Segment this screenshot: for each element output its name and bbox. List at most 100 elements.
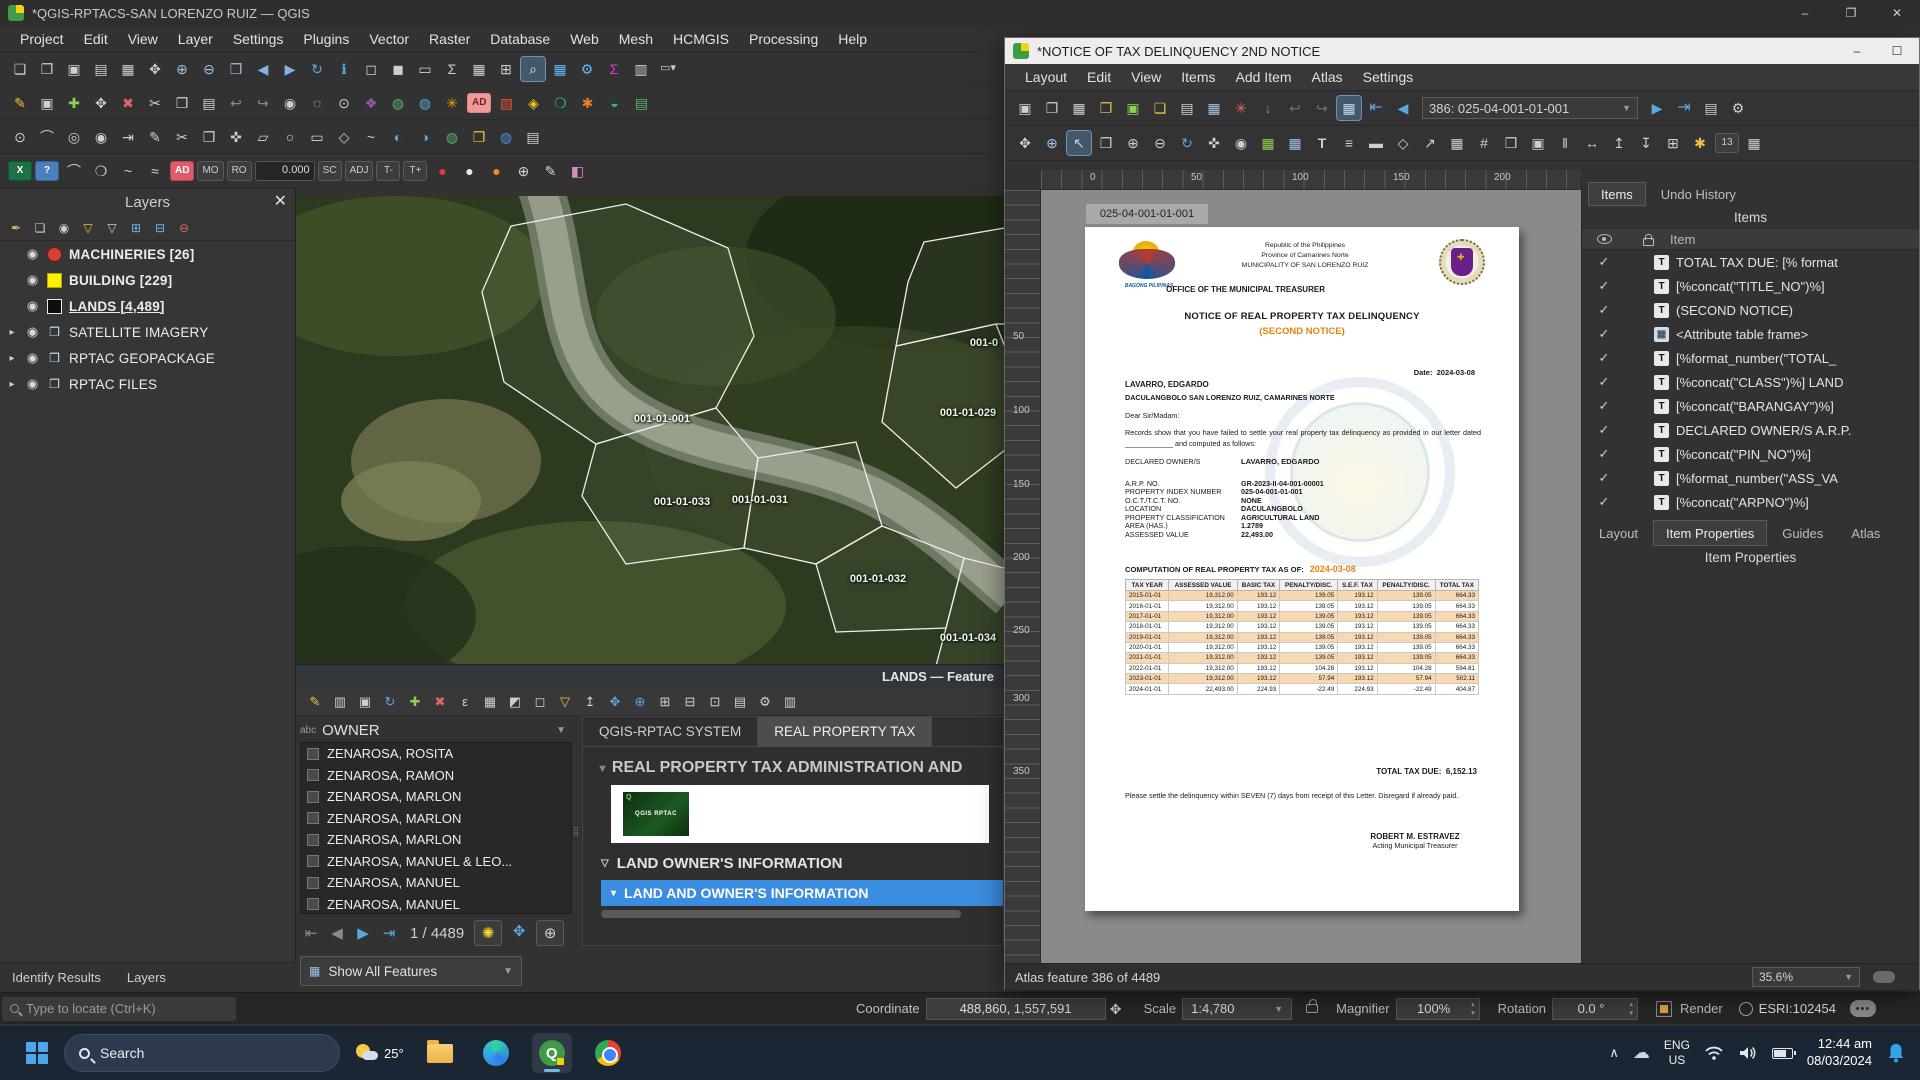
menu-item[interactable]: Web [560,28,609,50]
edge-button[interactable] [476,1033,516,1073]
onedrive-icon[interactable]: ☁ [1633,1043,1650,1063]
palette-icon[interactable]: ◧ [565,159,589,183]
add-feature-icon[interactable]: ✚ [62,91,86,115]
atlas-prev-icon[interactable]: ◀ [1391,96,1415,120]
visibility-check-icon[interactable]: ✓ [1582,254,1626,270]
new-field-icon[interactable]: ⊞ [654,691,676,713]
node-circle-icon[interactable]: ❍ [89,159,113,183]
actions-icon[interactable]: ⚙ [754,691,776,713]
table-row[interactable]: ✓ T [%format_number("TOTAL_ [1582,346,1919,370]
crosshair-icon[interactable]: ⊕ [511,159,535,183]
edit-pencil-icon[interactable]: ✎ [8,91,32,115]
visibility-eye-icon[interactable]: ◉ [25,247,40,262]
visibility-check-icon[interactable]: ✓ [1582,374,1626,390]
cut-icon[interactable]: ✂ [143,91,167,115]
label-move-icon[interactable]: ◐ [386,125,410,149]
list-item[interactable]: ZENAROSA, ROSITA [301,743,571,765]
add-arrow-icon[interactable]: ↗ [1418,131,1442,155]
atlas-first-icon[interactable]: ⇤ [1364,96,1388,120]
zoom-next-icon[interactable]: ▶ [278,57,302,81]
list-item[interactable]: ZENAROSA, MANUEL & LEO... [301,851,571,873]
zoom-level-combobox[interactable]: 35.6%▼ [1752,967,1860,987]
invert-selection-icon[interactable]: ◩ [504,691,526,713]
multiedit-icon[interactable]: ▥ [329,691,351,713]
next-feature-icon[interactable]: ▶ [352,922,374,944]
layer-row[interactable]: ◉ BUILDING [229] [0,267,295,293]
vector-plugin-icon[interactable]: ◈ [521,91,545,115]
expand-arrow-icon[interactable]: ▸ [6,327,18,338]
zoom-in-icon[interactable]: ⊕ [170,57,194,81]
checkbox[interactable] [307,877,319,889]
close-icon[interactable]: ✕ [274,191,287,211]
checkbox[interactable] [307,812,319,824]
select-item-icon[interactable]: ↖ [1067,131,1091,155]
statistics-icon[interactable]: Σ [440,57,464,81]
menu-item[interactable]: Project [10,28,74,50]
star-plugin-icon[interactable]: ✳ [440,91,464,115]
menu-item[interactable]: Items [1171,66,1225,88]
layer-row[interactable]: ◉ MACHINERIES [26] [0,241,295,267]
add-scalebar-icon[interactable]: ▬ [1364,131,1388,155]
ruler-menu-icon[interactable]: ▭▾ [656,57,680,81]
show-all-features-button[interactable]: ▦ Show All Features ▼ [300,956,522,986]
list-item[interactable]: ZENAROSA, MARLON [301,808,571,830]
file-explorer-button[interactable] [420,1033,460,1073]
menu-item[interactable]: Processing [739,28,828,50]
mo-button[interactable]: MO [197,161,223,181]
table-row[interactable]: ✓ T [%concat("TITLE_NO")%] [1582,274,1919,298]
zoom-full-icon[interactable]: ❒ [1094,131,1118,155]
label-pin-icon[interactable]: ◑ [413,125,437,149]
refresh-map-icon[interactable]: ↻ [305,57,329,81]
menu-item[interactable]: Atlas [1302,66,1353,88]
visibility-check-icon[interactable]: ✓ [1582,278,1626,294]
deselect-icon[interactable]: ◼ [386,57,410,81]
start-button[interactable] [26,1042,48,1064]
scale-value-input[interactable]: 0.000 [255,161,315,181]
dock-tab[interactable]: Layers [127,970,166,985]
collapse-all-icon[interactable]: ⊟ [150,218,170,238]
maximize-icon[interactable]: ❐ [1828,0,1874,26]
list-item[interactable]: ZENAROSA, RAMON [301,765,571,787]
visibility-check-icon[interactable]: ✓ [1582,302,1626,318]
layer-row[interactable]: ▸ ◉ ❒ RPTAC GEOPACKAGE [0,345,295,371]
select-expression-icon[interactable]: ε [454,691,476,713]
filter-expression-icon[interactable]: ▽ [102,218,122,238]
tab-qgis-rptac-system[interactable]: QGIS-RPTAC SYSTEM [583,717,758,746]
section-land-owners-information[interactable]: ▽ LAND OWNER'S INFORMATION [601,855,1003,872]
ro-button[interactable]: RO [227,161,252,181]
t-minus-button[interactable]: T- [376,161,400,181]
atlas-feature-combobox[interactable]: 386: 025-04-001-01-001▼ [1422,97,1638,119]
search-icon[interactable]: ⌕ [521,57,545,81]
visibility-check-icon[interactable]: ✓ [1582,446,1626,462]
lock-items-icon[interactable]: ▣ [1526,131,1550,155]
reload-icon[interactable]: ↻ [379,691,401,713]
checkbox[interactable] [307,855,319,867]
locate-search-input[interactable]: Type to locate (Ctrl+K) [2,997,236,1021]
globe2-icon[interactable]: ◍ [440,125,464,149]
redo-icon[interactable]: ↪ [251,91,275,115]
ad-label-badge[interactable]: AD [170,161,194,181]
node-curve-icon[interactable]: ⌒ [62,159,86,183]
annotate-icon[interactable]: ✎ [538,159,562,183]
attribute-table-icon[interactable]: ▦ [467,57,491,81]
layers-list-icon[interactable]: ▤ [521,125,545,149]
menu-item[interactable]: Database [480,28,560,50]
tab-real-property-tax[interactable]: REAL PROPERTY TAX [758,717,932,746]
delete-feature-icon[interactable]: ✖ [429,691,451,713]
layout-manager-icon[interactable]: ▦ [116,57,140,81]
smooth-icon[interactable]: ≈ [143,159,167,183]
paste-icon[interactable]: ▤ [197,91,221,115]
fill-ring-icon[interactable]: ◉ [89,125,113,149]
redo-icon[interactable]: ↪ [1310,96,1334,120]
half-circle-icon[interactable]: ◒ [602,91,626,115]
prev-feature-icon[interactable]: ◀ [326,922,348,944]
save-edits-icon[interactable]: ▣ [35,91,59,115]
merge-features-icon[interactable]: ❒ [197,125,221,149]
vertex-tool-icon[interactable]: ◉ [278,91,302,115]
reshape-icon[interactable]: ✎ [143,125,167,149]
menu-item[interactable]: Raster [419,28,480,50]
language-switcher[interactable]: ENGUS [1664,1038,1690,1068]
save-edits-icon[interactable]: ▣ [354,691,376,713]
clock-widget[interactable]: 12:44 am 08/03/2024 [1807,1036,1872,1070]
white-marker-icon[interactable]: ● [457,159,481,183]
